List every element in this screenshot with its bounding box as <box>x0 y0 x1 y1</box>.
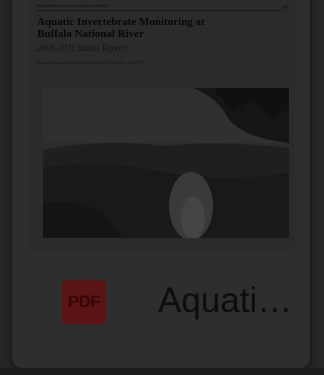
file-type-label: PDF <box>67 292 101 311</box>
chevron-down-icon[interactable]: ⌄ <box>276 0 294 11</box>
pdf-file-icon: PDF <box>62 280 106 324</box>
document-subtitle: 2005-2011 Status Report <box>37 43 127 53</box>
agency-line: National Resource Stewardship and Scienc… <box>37 2 281 11</box>
document-title: Aquatic Invertebrate Monitoring at Buffa… <box>37 16 205 40</box>
bottom-bar <box>0 368 324 375</box>
cover-photo <box>43 88 289 238</box>
file-name[interactable]: Aquatic Invertebrate Monitoring at Buffa… <box>158 278 308 324</box>
report-number: Natural Resource Technical Report NPS/HT… <box>37 60 144 65</box>
